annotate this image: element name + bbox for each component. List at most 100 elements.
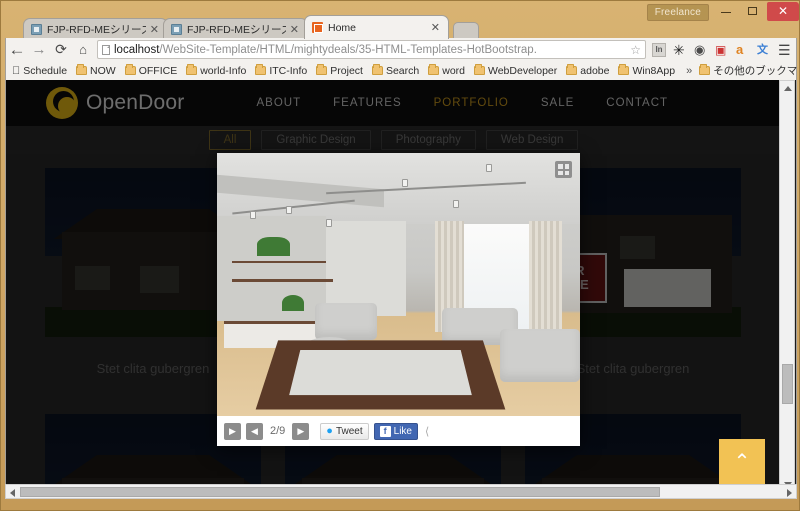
logo-text: OpenDoor <box>86 91 185 114</box>
filter-button-graphic-design[interactable]: Graphic Design <box>261 130 371 150</box>
folder-icon <box>186 64 198 75</box>
site-navigation: ABOUT FEATURES PORTFOLIO SALE CONTACT <box>257 97 669 109</box>
bookmark-item-search[interactable]: Search <box>371 64 419 77</box>
evernote-extension-icon[interactable]: ◉ <box>694 42 708 57</box>
browser-tab-3[interactable]: Home ✕ <box>304 15 449 39</box>
bookmark-label: OFFICE <box>130 64 178 77</box>
bookmark-item-itc-info[interactable]: ITC-Info <box>255 64 307 77</box>
bookmark-item-office[interactable]: OFFICE <box>124 64 178 77</box>
home-icon[interactable]: ⌂ <box>72 38 94 61</box>
folder-icon <box>618 64 630 75</box>
scroll-right-icon[interactable] <box>787 489 792 497</box>
lightbox-toolbar: ▶ ◀ 2/9 ▶ ● Tweet f Like ⟨ <box>217 416 580 446</box>
folder-icon <box>124 64 136 75</box>
tab-favicon <box>312 22 323 33</box>
grid-icon[interactable] <box>555 161 572 178</box>
nav-item-about[interactable]: ABOUT <box>257 97 302 109</box>
facebook-like-button[interactable]: f Like <box>373 422 418 440</box>
bookmark-label: Schedule <box>15 64 67 77</box>
bookmark-item-now[interactable]: NOW <box>76 64 116 77</box>
tab-close-icon[interactable]: ✕ <box>146 23 163 36</box>
scroll-left-icon[interactable] <box>10 489 15 497</box>
tab-strip: FJP-RFD-MEシリーズ〔従来 ✕ FJP-RFD-MEシリーズ〔従来 ✕ … <box>1 15 800 39</box>
folder-icon <box>428 64 440 75</box>
bookmark-item-webdeveloper[interactable]: WebDeveloper <box>474 64 557 77</box>
bookmark-label: ITC-Info <box>261 64 307 77</box>
bookmark-label: WebDeveloper <box>479 64 557 77</box>
url-path: /WebSite-Template/HTML/mightydeals/35-HT… <box>159 43 537 56</box>
bookmark-label: Search <box>377 64 419 77</box>
bookmark-item-schedule[interactable]: Schedule <box>12 65 67 77</box>
address-bar[interactable]: localhost/WebSite-Template/HTML/mightyde… <box>97 40 646 59</box>
reload-icon[interactable]: ⟳ <box>50 38 72 61</box>
nav-item-contact[interactable]: CONTACT <box>606 97 668 109</box>
gear-extension-icon[interactable]: ✳ <box>673 43 687 57</box>
living-room-photo <box>217 153 580 416</box>
site-header: OpenDoor ABOUT FEATURES PORTFOLIO SALE C… <box>6 80 781 126</box>
navigation-row: ← → ⟳ ⌂ localhost/WebSite-Template/HTML/… <box>6 38 798 61</box>
folder-icon <box>76 64 88 75</box>
tab-title: Home <box>328 21 357 34</box>
page-info-icon <box>102 44 110 55</box>
filter-button-web-design[interactable]: Web Design <box>485 130 579 150</box>
play-slideshow-button[interactable]: ▶ <box>224 422 241 440</box>
horizontal-scrollbar[interactable] <box>5 484 797 499</box>
bookmark-label: word <box>433 64 465 77</box>
next-image-button[interactable]: ▶ <box>292 422 310 440</box>
tab-favicon <box>31 23 42 35</box>
filter-button-all[interactable]: All <box>208 130 252 150</box>
opendoor-logo-icon <box>46 87 78 119</box>
bookmarks-bar: Schedule NOW OFFICE world-Info ITC-Info… <box>6 61 798 80</box>
previous-image-button[interactable]: ◀ <box>246 422 263 440</box>
vertical-scroll-thumb[interactable] <box>782 364 793 404</box>
share-tail-glyph: ⟨ <box>425 425 430 438</box>
linkedin-extension-icon[interactable]: In <box>652 42 666 57</box>
bookmark-item-other[interactable]: その他のブックマーク <box>699 63 798 78</box>
nav-item-portfolio[interactable]: PORTFOLIO <box>434 97 509 109</box>
bookmark-item-adobe[interactable]: adobe <box>566 64 609 77</box>
tab-favicon <box>171 23 182 35</box>
browser-tab-1[interactable]: FJP-RFD-MEシリーズ〔従来 ✕ <box>23 18 168 39</box>
site-logo[interactable]: OpenDoor <box>46 87 185 119</box>
portfolio-filter-bar: All Graphic Design Photography Web Desig… <box>6 126 781 154</box>
folder-icon <box>316 64 328 75</box>
bookmark-label: Win8App <box>624 64 675 77</box>
back-to-top-button[interactable]: ⌃ <box>719 439 765 485</box>
lightbox-image <box>217 153 580 416</box>
bookmark-item-world-info[interactable]: world-Info <box>186 64 246 77</box>
bookmarks-overflow-icon[interactable]: » <box>686 65 692 77</box>
bookmark-item-win8app[interactable]: Win8App <box>618 64 675 77</box>
facebook-icon: f <box>379 425 391 437</box>
filter-button-photography[interactable]: Photography <box>380 130 476 150</box>
tab-close-icon[interactable]: ✕ <box>427 21 444 34</box>
nav-item-sale[interactable]: SALE <box>541 97 574 109</box>
tweet-label: Tweet <box>335 425 363 437</box>
tweet-button[interactable]: ● Tweet <box>320 422 369 440</box>
bookmark-label: その他のブックマーク <box>704 65 798 77</box>
twitter-bird-icon: ● <box>326 425 333 437</box>
folder-icon <box>371 64 383 75</box>
new-tab-button[interactable] <box>453 22 479 39</box>
horizontal-scroll-thumb[interactable] <box>20 487 660 497</box>
pdf-extension-icon[interactable]: ▣ <box>715 43 729 57</box>
browser-tab-2[interactable]: FJP-RFD-MEシリーズ〔従来 ✕ <box>163 18 308 39</box>
tab-close-icon[interactable]: ✕ <box>286 23 303 36</box>
bookmark-item-project[interactable]: Project <box>316 64 363 77</box>
tab-title: FJP-RFD-MEシリーズ〔従来 <box>47 23 146 36</box>
scroll-up-icon[interactable] <box>784 86 792 91</box>
folder-icon <box>566 64 578 75</box>
tab-title: FJP-RFD-MEシリーズ〔従来 <box>187 23 286 36</box>
vertical-scrollbar[interactable] <box>779 80 795 493</box>
browser-chrome: ← → ⟳ ⌂ localhost/WebSite-Template/HTML/… <box>5 38 798 80</box>
forward-icon[interactable]: → <box>28 38 50 61</box>
back-icon[interactable]: ← <box>6 38 28 61</box>
bookmark-label: adobe <box>572 64 609 77</box>
folder-icon <box>474 64 485 75</box>
chrome-menu-icon[interactable]: ☰ <box>778 43 792 57</box>
nav-item-features[interactable]: FEATURES <box>333 97 402 109</box>
translate-extension-icon[interactable]: 文 <box>757 43 771 57</box>
folder-icon <box>255 64 267 75</box>
amazon-extension-icon[interactable]: a <box>736 42 750 57</box>
bookmark-item-word[interactable]: word <box>428 64 465 77</box>
bookmark-star-icon[interactable]: ☆ <box>627 43 641 57</box>
